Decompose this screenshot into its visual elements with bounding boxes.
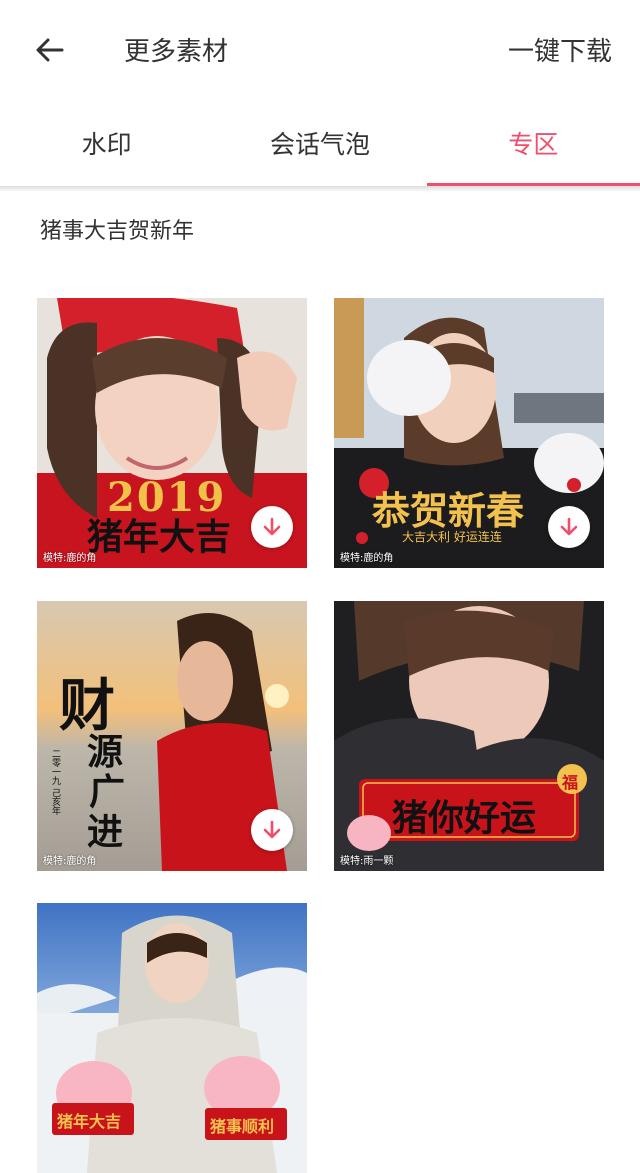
download-arrow-icon bbox=[560, 517, 578, 536]
download-button[interactable] bbox=[251, 809, 293, 851]
overlay-text: 猪年大吉 bbox=[87, 516, 232, 558]
download-all-button[interactable]: 一键下载 bbox=[508, 32, 612, 72]
section-title: 猪事大吉贺新年 bbox=[40, 219, 195, 244]
model-credit: 模特:鹿的角 bbox=[43, 553, 97, 564]
page-title: 更多素材 bbox=[124, 37, 229, 67]
tab-speech-bubble[interactable]: 会话气泡 bbox=[213, 104, 426, 186]
download-arrow-icon bbox=[263, 517, 281, 536]
overlay-text: 猪你好运 bbox=[392, 797, 537, 839]
back-button[interactable] bbox=[28, 28, 72, 72]
tab-watermark[interactable]: 水印 bbox=[0, 104, 213, 186]
tab-divider bbox=[0, 186, 640, 192]
overlay-subtext: 大吉大利 好运连连 bbox=[402, 530, 502, 544]
overlay-badge: 福 bbox=[562, 773, 579, 792]
download-button[interactable] bbox=[548, 506, 590, 548]
overlay-text-char-4: 进 bbox=[87, 811, 124, 853]
material-card-3[interactable]: 财 源 广 进 二零一九 己亥年 模特:鹿的角 bbox=[37, 601, 307, 871]
top-bar: 更多素材 一键下载 bbox=[0, 0, 640, 104]
download-arrow-icon bbox=[263, 820, 281, 839]
model-credit: 模特:鹿的角 bbox=[43, 856, 97, 867]
material-card-5[interactable]: 猪年大吉 猪事顺利 bbox=[37, 903, 307, 1173]
material-card-4[interactable]: 猪你好运 福 模特:雨一颗 bbox=[334, 601, 604, 871]
overlay-text: 恭贺新春 bbox=[372, 488, 525, 533]
tab-special-zone-label: 专区 bbox=[508, 130, 559, 159]
tab-bar: 水印 会话气泡 专区 bbox=[0, 104, 640, 186]
model-credit: 模特:鹿的角 bbox=[340, 553, 394, 564]
tab-special-zone[interactable]: 专区 bbox=[426, 104, 640, 186]
download-button[interactable] bbox=[251, 506, 293, 548]
overlay-text-right: 猪事顺利 bbox=[210, 1117, 275, 1136]
model-credit: 模特:雨一颗 bbox=[340, 856, 394, 867]
overlay-text-left: 猪年大吉 bbox=[57, 1112, 122, 1131]
arrow-left-icon bbox=[36, 38, 64, 62]
overlay-subtext: 二零一九 己亥年 bbox=[50, 749, 60, 815]
material-card-2[interactable]: 恭贺新春 大吉大利 好运连连 模特:鹿的角 bbox=[334, 298, 604, 568]
material-card-1[interactable]: 2019 猪年大吉 模特:鹿的角 bbox=[37, 298, 307, 568]
